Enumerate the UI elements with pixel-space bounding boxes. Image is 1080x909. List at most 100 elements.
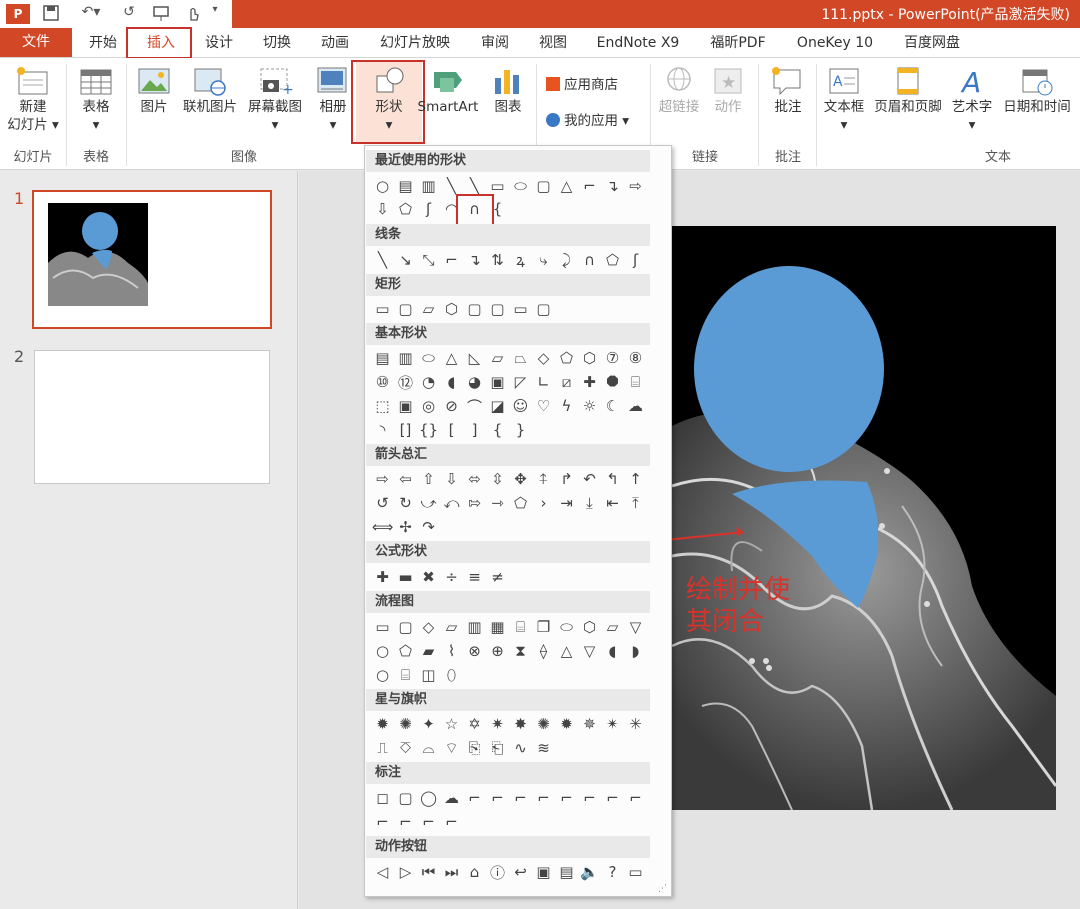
moon-icon[interactable]: ☾: [601, 395, 624, 417]
customize-qat-icon[interactable]: ▾: [208, 4, 222, 24]
tab-view[interactable]: 视图: [530, 32, 576, 56]
right-bracket-icon[interactable]: ]: [463, 419, 486, 441]
rounded-rectangle-icon[interactable]: ▢: [532, 175, 555, 197]
elbow-arrow-icon[interactable]: ↴: [601, 175, 624, 197]
arrow-up-down-icon[interactable]: ⇳: [486, 468, 509, 490]
manual-input-icon[interactable]: ⏥: [601, 616, 624, 638]
curved-ribbon-down-icon[interactable]: ⌔: [440, 737, 463, 759]
heptagon-icon[interactable]: ⑦: [601, 347, 624, 369]
merge-icon[interactable]: ▽: [578, 640, 601, 662]
touch-mode-icon[interactable]: [178, 4, 208, 24]
end-button-icon[interactable]: ⏭: [440, 861, 463, 883]
tab-endnote[interactable]: EndNote X9: [588, 32, 688, 56]
summing-junction-icon[interactable]: ⊗: [463, 640, 486, 662]
line-callout-7-icon[interactable]: ⌐: [601, 787, 624, 809]
oval-icon[interactable]: ○: [371, 175, 394, 197]
line-callout-2-icon[interactable]: ⌐: [486, 787, 509, 809]
straight-line-icon[interactable]: ╲: [371, 249, 394, 271]
star-24-icon[interactable]: ✴: [601, 713, 624, 735]
left-up-arrow-icon[interactable]: ↰: [601, 468, 624, 490]
double-bracket-icon[interactable]: []: [394, 419, 417, 441]
horizontal-scroll-icon[interactable]: ⎗: [486, 737, 509, 759]
not-equal-icon[interactable]: ≠: [486, 566, 509, 588]
round-1-rect-icon[interactable]: ▢: [486, 298, 509, 320]
stored-data-icon[interactable]: ◖: [601, 640, 624, 662]
help-button-icon[interactable]: ?: [601, 861, 624, 883]
right-brace-icon[interactable]: }: [509, 419, 532, 441]
double-brace-icon[interactable]: {}: [417, 419, 440, 441]
rect-callout-icon[interactable]: ◻: [371, 787, 394, 809]
cube-icon[interactable]: ⬚: [371, 395, 394, 417]
chevron-icon[interactable]: ›: [532, 492, 555, 514]
bevel-icon[interactable]: ▣: [394, 395, 417, 417]
delay-icon[interactable]: ◗: [624, 640, 647, 662]
down-arrow-icon[interactable]: ⇩: [371, 198, 394, 220]
star-32-icon[interactable]: ✳: [624, 713, 647, 735]
arrow-line-icon[interactable]: ↘: [394, 249, 417, 271]
line-callout-8-icon[interactable]: ⌐: [624, 787, 647, 809]
snip-round-rect-icon[interactable]: ▢: [463, 298, 486, 320]
extract-icon[interactable]: △: [555, 640, 578, 662]
arrow-right-icon[interactable]: ⇨: [371, 468, 394, 490]
textbox-shape-icon[interactable]: ▤: [394, 175, 417, 197]
elbow-connector-icon[interactable]: ⌐: [578, 175, 601, 197]
home-button-icon[interactable]: ⌂: [463, 861, 486, 883]
folded-corner-icon[interactable]: ◪: [486, 395, 509, 417]
smiley-icon[interactable]: ☺: [509, 395, 532, 417]
screenshot-button[interactable]: + 屏幕截图 ▾: [242, 66, 308, 134]
left-brace-icon[interactable]: {: [486, 419, 509, 441]
save-icon[interactable]: [40, 4, 62, 24]
star-12-icon[interactable]: ✹: [555, 713, 578, 735]
sound-button-icon[interactable]: 🔈: [578, 861, 601, 883]
elbow-double-arrow-icon[interactable]: ⇅: [486, 249, 509, 271]
undo-icon[interactable]: ↶▾: [76, 4, 106, 24]
star-5-icon[interactable]: ☆: [440, 713, 463, 735]
minus-icon[interactable]: ▬: [394, 566, 417, 588]
donut-icon[interactable]: ◎: [417, 395, 440, 417]
quad-callout-icon[interactable]: ✢: [394, 516, 417, 538]
l-shape-icon[interactable]: ∟: [532, 371, 555, 393]
return-button-icon[interactable]: ↩: [509, 861, 532, 883]
chart-button[interactable]: 图表: [488, 66, 528, 116]
half-frame-icon[interactable]: ◸: [509, 371, 532, 393]
explosion-2-icon[interactable]: ✺: [394, 713, 417, 735]
isosceles-triangle-icon[interactable]: △: [440, 347, 463, 369]
star-8-icon[interactable]: ✸: [509, 713, 532, 735]
forward-button-icon[interactable]: ▷: [394, 861, 417, 883]
line-callout-5-icon[interactable]: ⌐: [555, 787, 578, 809]
line-callout-11-icon[interactable]: ⌐: [417, 811, 440, 833]
vertical-textbox-icon[interactable]: ▥: [417, 175, 440, 197]
right-triangle-icon[interactable]: ◺: [463, 347, 486, 369]
curved-down-arrow-icon[interactable]: ⤺: [440, 492, 463, 514]
diagonal-stripe-icon[interactable]: ⧄: [555, 371, 578, 393]
vertical-scroll-icon[interactable]: ⎘: [463, 737, 486, 759]
can-icon[interactable]: ⌸: [624, 371, 647, 393]
block-arc-icon[interactable]: ⌒: [463, 395, 486, 417]
tab-transitions[interactable]: 切换: [254, 32, 300, 56]
arrow-up-icon[interactable]: ⇧: [417, 468, 440, 490]
curved-up-arrow-icon[interactable]: ⤻: [417, 492, 440, 514]
terminator-icon[interactable]: ⬭: [555, 616, 578, 638]
hyperlink-button[interactable]: 超链接: [654, 66, 704, 116]
document-icon[interactable]: ⌸: [509, 616, 532, 638]
header-footer-button[interactable]: 页眉和页脚: [870, 66, 946, 116]
resize-grip-icon[interactable]: ⋰: [658, 884, 667, 894]
ellipse-icon[interactable]: ⬭: [509, 175, 532, 197]
line-callout-12-icon[interactable]: ⌐: [440, 811, 463, 833]
sun-icon[interactable]: ☼: [578, 395, 601, 417]
data-icon[interactable]: ▱: [440, 616, 463, 638]
left-bracket-icon[interactable]: [: [440, 419, 463, 441]
smartart-button[interactable]: SmartArt: [416, 66, 480, 116]
circular-arrow-icon[interactable]: ↷: [417, 516, 440, 538]
quad-arrow-icon[interactable]: ✥: [509, 468, 532, 490]
document-button-icon[interactable]: ▤: [555, 861, 578, 883]
tab-design[interactable]: 设计: [196, 32, 242, 56]
round-rect-icon[interactable]: ▢: [394, 298, 417, 320]
pentagon-arrow-icon[interactable]: ⬠: [509, 492, 532, 514]
album-button[interactable]: 相册 ▾: [310, 66, 356, 134]
cloud-callout-icon[interactable]: ☁: [440, 787, 463, 809]
decision-icon[interactable]: ◇: [417, 616, 440, 638]
u-turn-arrow-icon[interactable]: ↶: [578, 468, 601, 490]
diamond-icon[interactable]: ◇: [532, 347, 555, 369]
custom-button-icon[interactable]: ▭: [624, 861, 647, 883]
